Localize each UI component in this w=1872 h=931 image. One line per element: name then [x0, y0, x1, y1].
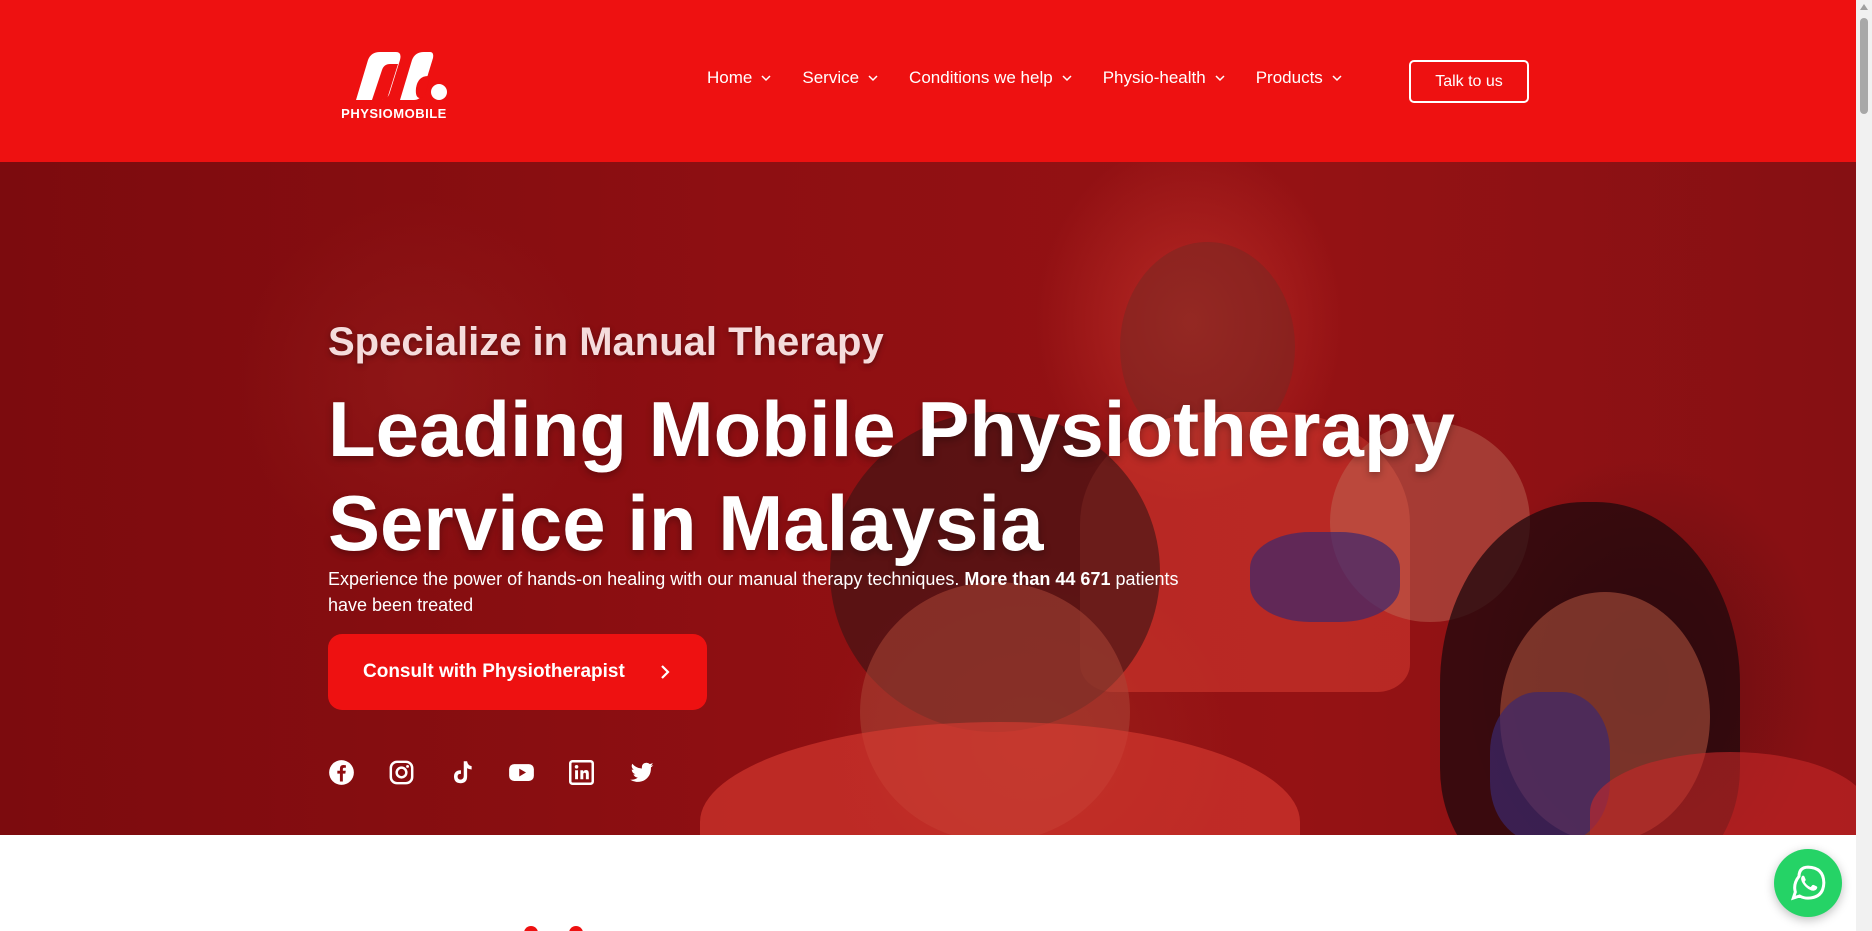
twitter-icon[interactable]	[628, 759, 655, 786]
hero-description: Experience the power of hands-on healing…	[328, 566, 1208, 618]
nav-item-service[interactable]: Service	[802, 68, 879, 88]
logo-mark-icon	[356, 52, 447, 100]
next-section	[0, 835, 1856, 931]
chevron-down-icon	[761, 75, 771, 82]
scroll-up-arrow-icon[interactable]	[1860, 4, 1868, 10]
whatsapp-button[interactable]	[1774, 849, 1842, 917]
social-links	[328, 759, 655, 786]
decorative-dot	[569, 926, 583, 931]
page-scrollbar[interactable]	[1856, 0, 1872, 931]
hero-title: Leading Mobile Physiotherapy Service in …	[328, 385, 1455, 567]
chevron-down-icon	[1332, 75, 1342, 82]
chevron-right-icon	[661, 665, 670, 679]
youtube-icon[interactable]	[508, 759, 535, 786]
chevron-down-icon	[868, 75, 878, 82]
hero-photo-shape	[700, 722, 1300, 835]
tiktok-icon[interactable]	[448, 759, 475, 786]
nav-label: Service	[802, 68, 860, 87]
chevron-down-icon	[1215, 75, 1225, 82]
main-nav: Home Service Conditions we help Physio-h…	[707, 68, 1343, 88]
whatsapp-icon	[1790, 865, 1826, 901]
talk-to-us-button[interactable]: Talk to us	[1409, 60, 1529, 103]
consult-button[interactable]: Consult with Physiotherapist	[328, 634, 707, 710]
hero-subtitle: Specialize in Manual Therapy	[328, 320, 884, 364]
nav-label: Conditions we help	[909, 68, 1053, 87]
hero-description-highlight: More than 44 671	[964, 569, 1111, 589]
brand-name: PHYSIOMOBILE	[341, 106, 447, 121]
nav-item-physio-health[interactable]: Physio-health	[1103, 68, 1226, 88]
nav-label: Physio-health	[1102, 68, 1206, 87]
scrollbar-thumb[interactable]	[1860, 18, 1868, 114]
instagram-icon[interactable]	[388, 759, 415, 786]
nav-label: Home	[707, 68, 753, 87]
facebook-icon[interactable]	[328, 759, 355, 786]
nav-item-home[interactable]: Home	[707, 68, 772, 88]
hero-section: Specialize in Manual Therapy Leading Mob…	[0, 162, 1856, 835]
consult-button-label: Consult with Physiotherapist	[363, 661, 625, 682]
chevron-down-icon	[1062, 75, 1072, 82]
page: PHYSIOMOBILE Home Service Conditions we …	[0, 0, 1872, 931]
decorative-dot	[524, 926, 538, 931]
nav-item-conditions[interactable]: Conditions we help	[909, 68, 1073, 88]
site-header: PHYSIOMOBILE Home Service Conditions we …	[0, 0, 1856, 162]
brand-logo[interactable]: PHYSIOMOBILE	[338, 48, 450, 122]
linkedin-icon[interactable]	[568, 759, 595, 786]
nav-item-products[interactable]: Products	[1256, 68, 1343, 88]
nav-label: Products	[1255, 68, 1323, 87]
hero-description-text: Experience the power of hands-on healing…	[328, 569, 965, 589]
